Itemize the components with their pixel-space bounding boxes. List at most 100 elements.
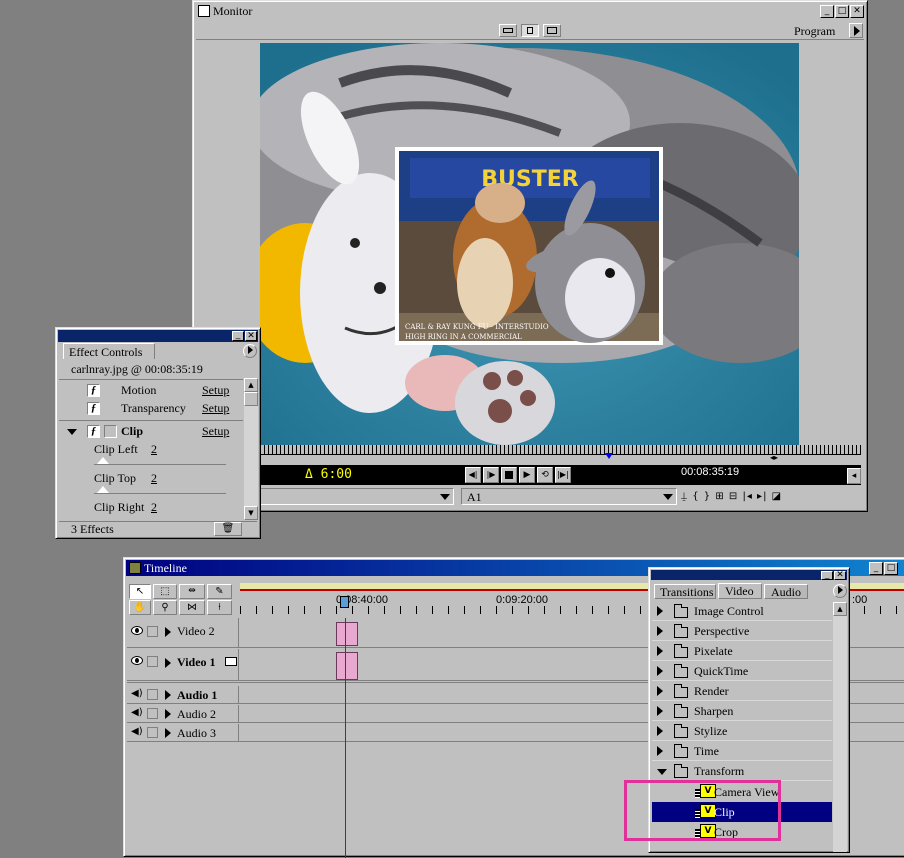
timeline-playhead-handle[interactable] [340, 596, 349, 608]
audio-1-expand-icon[interactable] [165, 690, 171, 700]
mark-out-icon[interactable]: } [704, 491, 711, 502]
transitions-scrollbar[interactable]: ▲ [833, 602, 847, 852]
transition-folder[interactable]: Render [652, 682, 832, 701]
video-1-display-mode-icon[interactable] [225, 657, 237, 666]
ec-menu-button[interactable] [243, 344, 257, 358]
ec-minimize-button[interactable]: _ [232, 331, 244, 341]
clip-right-value[interactable]: 2 [151, 500, 157, 515]
effect-row-motion[interactable]: ƒ Motion Setup [59, 383, 243, 399]
effect-controls-titlebar[interactable]: _ ✕ [58, 330, 258, 342]
monitor-menu-button[interactable] [849, 23, 863, 38]
tr-minimize-button[interactable]: _ [821, 570, 833, 580]
play-in-out-button[interactable]: |▶| [555, 467, 571, 483]
tab-audio[interactable]: Audio [764, 584, 808, 599]
delete-effect-button[interactable]: 🗑 [214, 522, 242, 536]
step-forward-button[interactable]: |▶ [483, 467, 499, 483]
scrub-playhead-marker[interactable] [605, 453, 613, 459]
video-2-visibility-icon[interactable] [131, 626, 143, 635]
transition-folder[interactable]: Image Control [652, 602, 832, 621]
clip-left-value[interactable]: 2 [151, 442, 157, 457]
zoom-tool[interactable]: ⚲ [153, 600, 177, 615]
audio-2-expand-icon[interactable] [165, 709, 171, 719]
stop-button[interactable] [501, 467, 517, 483]
transition-folder[interactable]: Pixelate [652, 642, 832, 661]
transparency-enable-checkbox[interactable]: ƒ [87, 402, 100, 415]
source-dropdown[interactable] [260, 488, 454, 505]
clip-left-slider[interactable] [94, 464, 226, 465]
insert-icon[interactable]: ⊞ [715, 491, 724, 502]
ec-scrollbar[interactable]: ▲ ▼ [244, 378, 258, 520]
transitions-titlebar[interactable]: _ ✕ [651, 570, 847, 580]
minimize-button[interactable]: _ [820, 4, 834, 18]
folder-expand-icon[interactable] [657, 646, 663, 656]
loop-button[interactable]: ⟲ [537, 467, 553, 483]
in-out-tool[interactable]: ⍿ [207, 600, 232, 615]
effect-row-clip[interactable]: ƒ Clip Setup [59, 424, 243, 440]
track-select-tool[interactable]: ⇹ [179, 584, 205, 599]
transition-folder[interactable]: Perspective [652, 622, 832, 641]
monitor-titlebar[interactable]: Monitor _ □ ✕ [195, 3, 865, 19]
video-2-expand-icon[interactable] [165, 627, 171, 637]
audio-3-expand-icon[interactable] [165, 728, 171, 738]
video-1-expand-icon[interactable] [165, 658, 171, 668]
trim-view-button[interactable] [543, 24, 561, 37]
selection-tool[interactable]: ↖ [129, 584, 151, 599]
hand-tool[interactable]: ✋ [129, 600, 151, 615]
folder-expand-icon[interactable] [657, 726, 663, 736]
audio-3-speaker-icon[interactable]: ◀) [131, 727, 144, 737]
clip-left-slider-thumb[interactable] [97, 457, 109, 464]
clip-keyframe-checkbox[interactable] [104, 425, 117, 438]
audio-2-lock-box[interactable] [147, 708, 158, 719]
clip-top-slider-thumb[interactable] [97, 486, 109, 493]
folder-collapse-icon[interactable] [657, 769, 667, 775]
tab-video[interactable]: Video [718, 583, 762, 599]
next-edit-icon[interactable]: ▸| [757, 491, 767, 502]
transition-folder[interactable]: Sharpen [652, 702, 832, 721]
lift-icon[interactable]: ⍊ [681, 491, 688, 502]
dual-view-button[interactable] [499, 24, 517, 37]
tr-close-button[interactable]: ✕ [834, 570, 846, 580]
trim-icon[interactable]: ◪ [772, 491, 782, 502]
clip-setup-link[interactable]: Setup [202, 424, 229, 439]
folder-expand-icon[interactable] [657, 706, 663, 716]
transition-folder[interactable]: Stylize [652, 722, 832, 741]
clip-top-slider[interactable] [94, 493, 226, 494]
audio-1-speaker-icon[interactable]: ◀) [131, 689, 144, 699]
folder-expand-icon[interactable] [657, 666, 663, 676]
range-select-tool[interactable]: ⬚ [153, 584, 177, 599]
single-view-button[interactable] [521, 24, 539, 37]
motion-setup-link[interactable]: Setup [202, 383, 229, 398]
video-1-visibility-icon[interactable] [131, 656, 143, 665]
folder-expand-icon[interactable] [657, 746, 663, 756]
audio-1-lock-box[interactable] [147, 689, 158, 700]
transition-folder[interactable]: QuickTime [652, 662, 832, 681]
step-back-button[interactable]: ◀| [465, 467, 481, 483]
mark-in-icon[interactable]: { [692, 491, 699, 502]
video-2-lock-box[interactable] [147, 626, 158, 637]
in-out-marker-icon[interactable]: ◂▸ [770, 454, 778, 462]
video-2-clip[interactable] [336, 622, 358, 646]
effect-row-transparency[interactable]: ƒ Transparency Setup [59, 401, 243, 417]
folder-expand-icon[interactable] [657, 686, 663, 696]
video-1-clip[interactable] [336, 652, 358, 680]
folder-expand-icon[interactable] [657, 626, 663, 636]
audio-toggle-button[interactable]: ◂ [847, 468, 861, 484]
play-button[interactable]: ▶ [519, 467, 535, 483]
close-button[interactable]: ✕ [850, 4, 864, 18]
clip-enable-checkbox[interactable]: ƒ [87, 425, 100, 438]
folder-expand-icon[interactable] [657, 606, 663, 616]
clip-expand-icon[interactable] [67, 429, 77, 435]
transitions-menu-button[interactable] [833, 584, 847, 598]
transition-folder[interactable]: Time [652, 742, 832, 761]
tl-maximize-button[interactable]: □ [884, 561, 898, 575]
audio-3-lock-box[interactable] [147, 727, 158, 738]
tab-effect-controls[interactable]: Effect Controls [63, 343, 155, 359]
tl-minimize-button[interactable]: _ [869, 561, 883, 575]
video-1-lock-box[interactable] [147, 656, 158, 667]
prev-edit-icon[interactable]: |◂ [742, 491, 752, 502]
clip-top-value[interactable]: 2 [151, 471, 157, 486]
link-tool[interactable]: ⋈ [179, 600, 205, 615]
motion-enable-checkbox[interactable]: ƒ [87, 384, 100, 397]
audio-2-speaker-icon[interactable]: ◀) [131, 708, 144, 718]
ec-close-button[interactable]: ✕ [245, 331, 257, 341]
